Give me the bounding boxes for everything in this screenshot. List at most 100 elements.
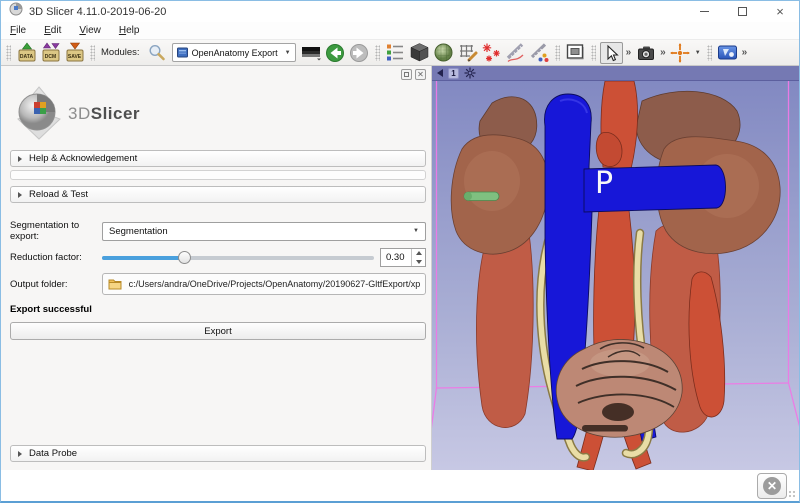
- menu-file[interactable]: File: [1, 25, 35, 36]
- screenshot-button[interactable]: [634, 42, 657, 64]
- toolbar-grip[interactable]: [374, 44, 380, 61]
- threed-viewport[interactable]: P: [432, 81, 799, 470]
- reduction-slider[interactable]: [102, 249, 374, 267]
- chevron-down-icon[interactable]: ▼: [695, 50, 701, 56]
- volume-rendering-button[interactable]: [408, 42, 431, 64]
- markups-button[interactable]: [480, 42, 503, 64]
- data-module-button[interactable]: [384, 42, 407, 64]
- import-dicom-button[interactable]: DCM: [39, 41, 62, 64]
- toolbar-grip[interactable]: [554, 44, 560, 61]
- menu-bar: File Edit View Help: [1, 22, 799, 40]
- load-data-button[interactable]: DATA: [15, 42, 38, 64]
- menu-help[interactable]: Help: [110, 25, 149, 36]
- segmentation-combobox[interactable]: Segmentation ▼: [102, 221, 426, 241]
- menu-view[interactable]: View: [70, 25, 110, 36]
- export-button[interactable]: Export: [10, 322, 426, 340]
- slider-handle[interactable]: [177, 250, 191, 264]
- toolbar-overflow-button[interactable]: »: [740, 47, 750, 58]
- menu-edit[interactable]: Edit: [35, 25, 70, 36]
- green-sphere-icon: [434, 43, 453, 62]
- app-icon: [9, 2, 23, 21]
- minimize-button[interactable]: [685, 2, 723, 22]
- module-selector-combobox[interactable]: OpenAnatomy Export ▼: [171, 43, 296, 62]
- ruler-button[interactable]: [504, 42, 527, 64]
- slicer-logo-text: 3DSlicer: [68, 104, 141, 123]
- down-arrow-icon: [415, 259, 422, 264]
- segment-editor-button[interactable]: [432, 42, 455, 64]
- close-icon: ✕: [417, 69, 424, 79]
- toolbar-grip[interactable]: [6, 44, 11, 61]
- module-search-button[interactable]: [145, 42, 168, 64]
- annotations-button[interactable]: [528, 42, 551, 64]
- section-reload-test[interactable]: Reload & Test: [10, 186, 426, 203]
- scene-views-button[interactable]: [716, 42, 739, 64]
- grid-pencil-icon: [459, 45, 478, 62]
- left-psoas-model: [476, 223, 534, 428]
- close-button[interactable]: ×: [761, 2, 799, 22]
- save-label: SAVE: [67, 53, 82, 60]
- main-area: ✕ 3DSlicer Help & Acknowledgement Reload…: [1, 66, 799, 470]
- camera-icon: [637, 46, 654, 60]
- main-toolbar: DATA DCM SAVE Modules: OpenAnatomy Expor…: [1, 40, 799, 66]
- module-icon: [176, 47, 188, 58]
- ruler-icon: [506, 43, 524, 63]
- collapse-arrow-icon: [18, 191, 22, 198]
- threed-view: 1 P: [432, 66, 799, 470]
- up-arrow-icon: [415, 251, 422, 256]
- scene-views-icon: [717, 45, 737, 60]
- undock-panel-button[interactable]: [401, 69, 412, 80]
- export-button-label: Export: [204, 325, 232, 337]
- window-title: 3D Slicer 4.11.0-2019-06-20: [29, 5, 167, 18]
- section-help-acknowledgement[interactable]: Help & Acknowledgement: [10, 150, 426, 167]
- transforms-button[interactable]: [456, 42, 479, 64]
- toolbar-grip[interactable]: [90, 44, 95, 61]
- toolbar-overflow-button[interactable]: »: [658, 47, 668, 58]
- sacrum-model: [555, 339, 683, 438]
- section-data-probe[interactable]: Data Probe: [10, 445, 426, 462]
- view-controller-bar[interactable]: 1: [432, 66, 799, 81]
- slider-fill: [102, 255, 184, 260]
- status-bar: ✕: [1, 470, 799, 501]
- app-window: 3D Slicer 4.11.0-2019-06-20 × File Edit …: [0, 0, 800, 503]
- reduction-label: Reduction factor:: [10, 252, 82, 263]
- red-fiducials-icon: [482, 43, 500, 62]
- output-folder-button[interactable]: c:/Users/andra/OneDrive/Projects/OpenAna…: [102, 273, 426, 295]
- view-index-badge: 1: [448, 67, 459, 79]
- spin-up-button[interactable]: [412, 249, 425, 258]
- history-panel-icon: [301, 46, 321, 60]
- undock-icon: [404, 72, 409, 77]
- toolbar-overflow-button[interactable]: »: [624, 47, 634, 58]
- maximize-button[interactable]: [723, 2, 761, 22]
- toolbar-grip[interactable]: [706, 44, 712, 61]
- error-log-close-button[interactable]: ✕: [757, 472, 787, 499]
- module-history-button[interactable]: [300, 42, 323, 64]
- section-label: Reload & Test: [29, 189, 88, 200]
- load-data-label: DATA: [19, 53, 34, 60]
- segmentation-value: Segmentation: [109, 225, 168, 237]
- toolbar-grip[interactable]: [590, 44, 596, 61]
- module-forward-button[interactable]: [348, 42, 371, 64]
- title-bar: 3D Slicer 4.11.0-2019-06-20 ×: [1, 1, 799, 22]
- crosshair-button[interactable]: [669, 42, 692, 64]
- resize-grip[interactable]: [788, 490, 797, 499]
- minimize-icon: [699, 11, 709, 12]
- green-axis-marker: [463, 191, 500, 201]
- mouse-interaction-button[interactable]: [599, 41, 623, 64]
- layout-selector-button[interactable]: [564, 42, 587, 64]
- segmentation-label: Segmentation to export:: [10, 220, 80, 242]
- module-back-button[interactable]: [324, 42, 347, 64]
- close-panel-button[interactable]: ✕: [415, 69, 426, 80]
- previous-view-icon[interactable]: [437, 69, 443, 77]
- back-arrow-icon: [326, 43, 345, 62]
- slicer-logo: 3DSlicer: [10, 84, 426, 144]
- modules-label: Modules:: [101, 47, 140, 58]
- output-folder-label: Output folder:: [10, 278, 68, 290]
- chevron-down-icon: ▼: [284, 49, 291, 56]
- crosshair-icon: [670, 42, 691, 63]
- pointer-cursor-icon: [607, 44, 619, 61]
- reduction-spinbox[interactable]: 0.30: [380, 248, 426, 267]
- search-icon: [149, 44, 165, 61]
- spin-down-button[interactable]: [412, 258, 425, 267]
- save-button[interactable]: SAVE: [63, 42, 86, 64]
- view-controller-pin-icon[interactable]: [464, 67, 476, 79]
